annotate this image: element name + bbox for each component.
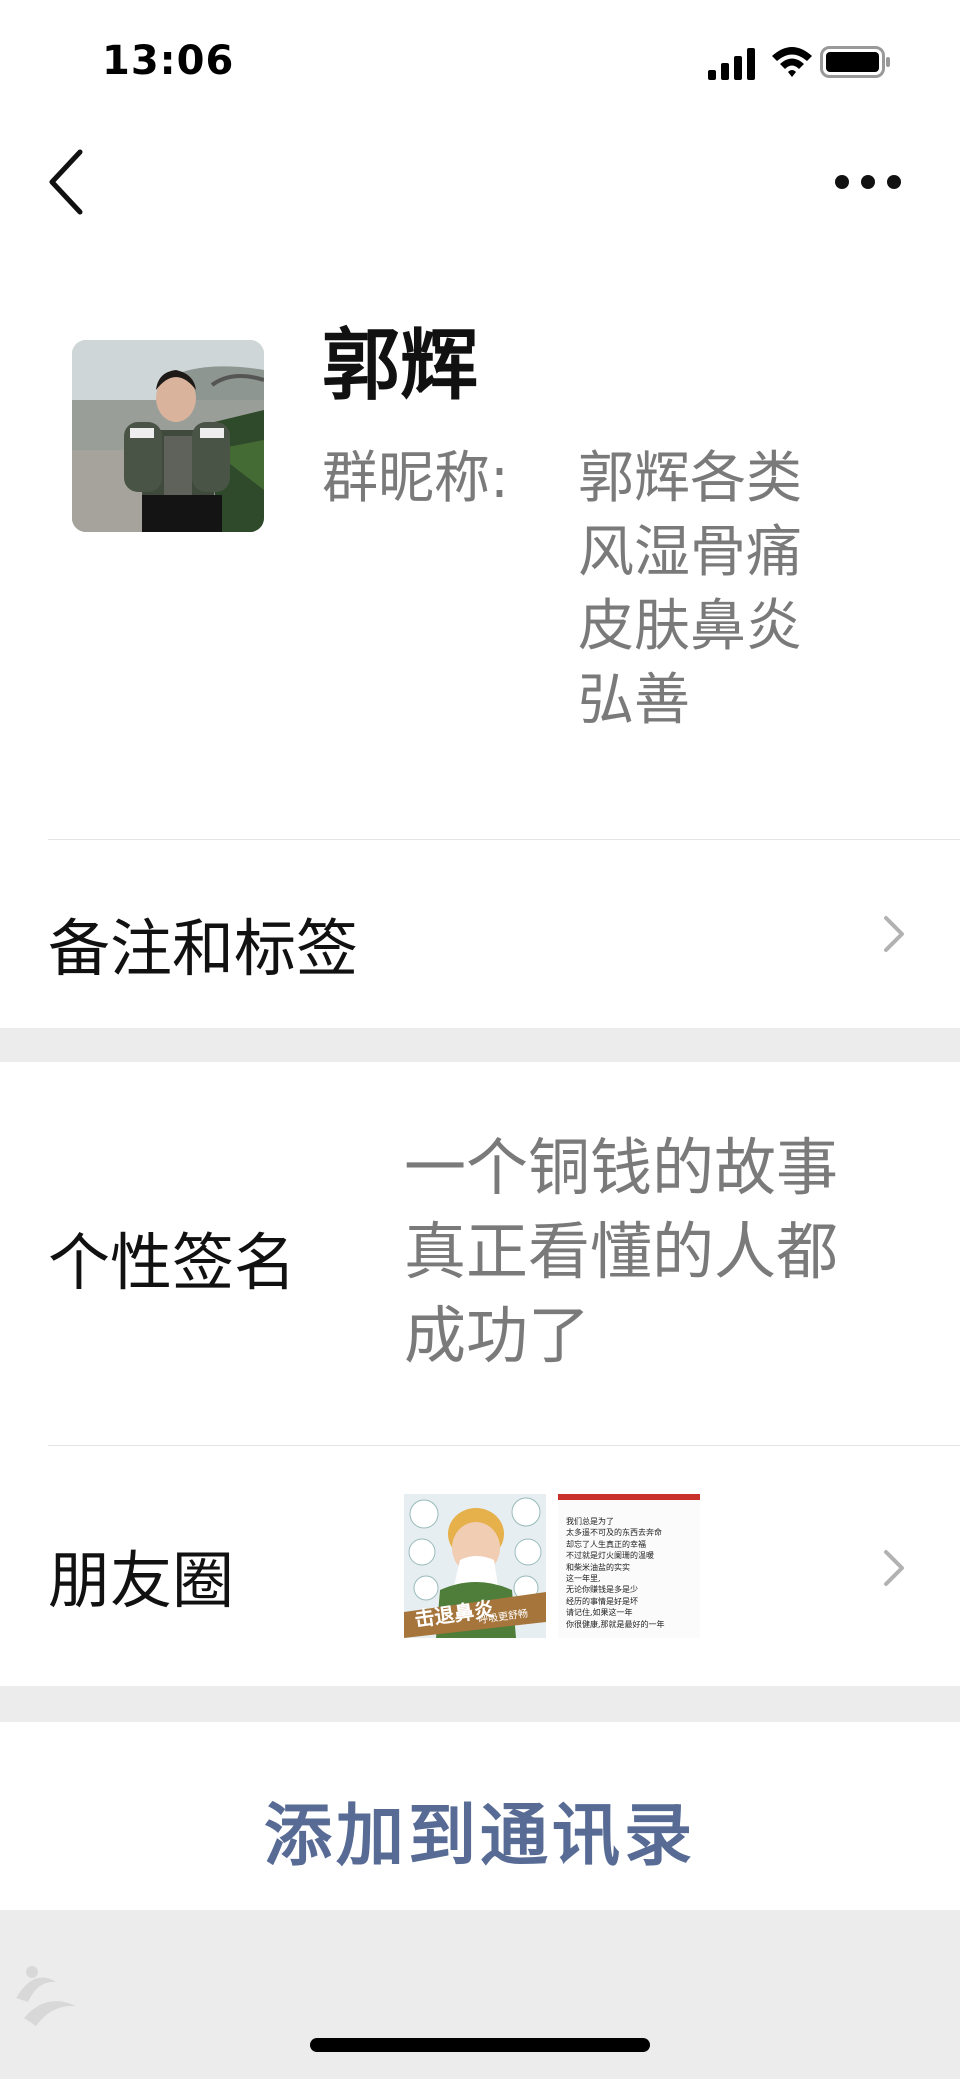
home-indicator [310, 2038, 650, 2052]
thumbnail-text-line: 我们总是为了 [566, 1517, 614, 1526]
add-to-contacts-label: 添加到通讯录 [263, 1797, 696, 1876]
signature-value: 一个铜钱的故事真正看懂的人都成功了 [404, 1131, 839, 1372]
thumbnail-text-lines: 我们总是为了 太多遥不可及的东西去奔命 却忘了人生真正的幸福 不过就是灯火阑珊的… [566, 1516, 698, 1630]
contact-profile-screen: 13:06 郭辉 群昵称: 郭辉各类风湿骨痛皮肤鼻炎弘善 备注和标签 个性签名 … [0, 0, 960, 2079]
watermark-logo-icon [16, 1966, 76, 2026]
avatar[interactable] [72, 340, 264, 532]
status-time: 13:06 [102, 38, 235, 84]
nav-bar [0, 128, 960, 238]
thumbnail-text-line: 无论你赚钱是多是少 [566, 1585, 638, 1595]
thumbnail-text-line: 经历的事情是好是坏 [566, 1596, 638, 1606]
thumbnail-text-line: 这一年里, [566, 1574, 601, 1584]
chevron-right-icon [884, 1550, 904, 1586]
chevron-left-icon[interactable] [36, 142, 96, 222]
moments-thumbnail: 击退鼻炎 呼吸更舒畅 [404, 1494, 546, 1638]
thumbnail-text-line: 不过就是灯火阑珊的温暖 [566, 1551, 654, 1561]
add-to-contacts-button[interactable]: 添加到通讯录 [0, 1722, 960, 1910]
thumbnail-text-line: 请记住,如果这一年 [566, 1608, 633, 1618]
profile-name: 郭辉 [322, 321, 479, 411]
thumbnail-header-bar [558, 1494, 700, 1500]
more-dots-icon[interactable] [828, 152, 908, 212]
battery-icon [820, 46, 890, 78]
signature-row: 个性签名 一个铜钱的故事真正看懂的人都成功了 [0, 1062, 960, 1446]
chevron-right-icon [884, 916, 904, 952]
status-bar: 13:06 [0, 0, 960, 128]
thumbnail-text-line: 太多遥不可及的东西去奔命 [566, 1528, 662, 1538]
moments-label: 朋友圈 [48, 1544, 235, 1617]
group-nickname-label: 群昵称: [322, 446, 509, 511]
signature-label: 个性签名 [48, 1226, 297, 1299]
thumbnail-text-line: 和柴米油盐的实实 [566, 1562, 630, 1572]
profile-header: 郭辉 群昵称: 郭辉各类风湿骨痛皮肤鼻炎弘善 [0, 238, 960, 840]
remark-tags-row[interactable]: 备注和标签 [0, 840, 960, 1028]
remark-tags-label: 备注和标签 [48, 912, 359, 985]
wifi-icon [772, 47, 812, 77]
thumbnail-text-line: 你很健康,那就是最好的一年 [566, 1619, 665, 1629]
signal-icon [708, 48, 755, 80]
thumbnail-text-line: 却忘了人生真正的幸福 [566, 1539, 646, 1549]
moments-row[interactable]: 朋友圈 击退鼻炎 呼吸更舒畅 我们总是为了 太多遥不可及的东西去奔命 却忘了人生… [0, 1446, 960, 1686]
group-nickname-value: 郭辉各类风湿骨痛皮肤鼻炎弘善 [578, 446, 802, 733]
moments-thumbnail: 我们总是为了 太多遥不可及的东西去奔命 却忘了人生真正的幸福 不过就是灯火阑珊的… [558, 1494, 700, 1638]
moments-thumbnails: 击退鼻炎 呼吸更舒畅 我们总是为了 太多遥不可及的东西去奔命 却忘了人生真正的幸… [404, 1494, 700, 1638]
